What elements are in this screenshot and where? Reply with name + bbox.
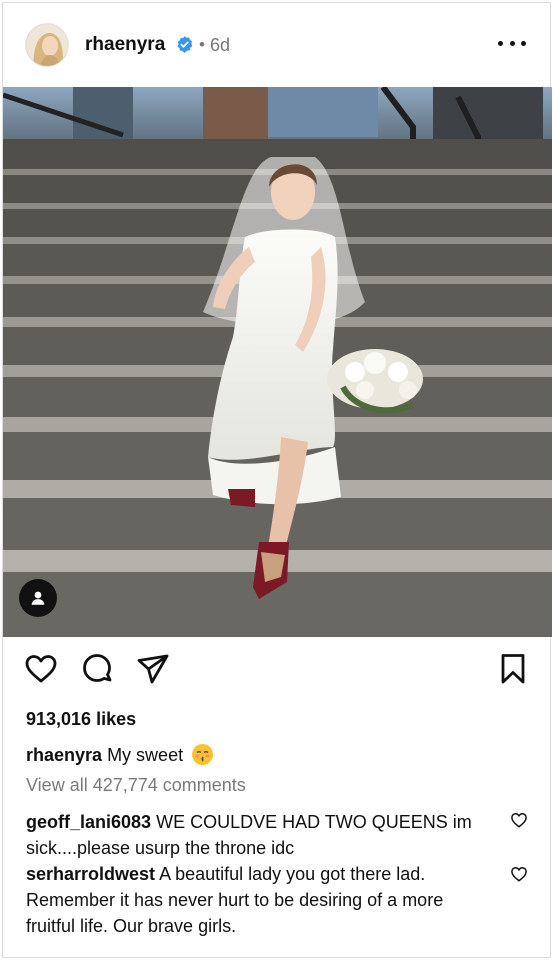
comment-like-heart-icon[interactable] [510,811,528,829]
dot [521,40,526,46]
user-silhouette [31,591,45,605]
likes-count[interactable]: 913,016 likes [26,709,136,730]
comment-like-heart-icon[interactable] [510,865,528,883]
action-bar [3,651,552,691]
post-photo[interactable] [3,87,552,637]
separator-dot: • [199,35,205,54]
caption-username[interactable]: rhaenyra [26,745,102,765]
avatar-image [26,24,68,66]
post-card: rhaenyra • 6d 913,016 likes rhaenyra My … [2,2,552,958]
dot [498,40,503,46]
post-time[interactable]: 6d [210,35,230,56]
post-username[interactable]: rhaenyra [85,34,165,56]
view-all-comments-link[interactable]: View all 427,774 comments [26,775,246,796]
comment-icon[interactable] [79,651,115,687]
user-tag-icon[interactable] [19,579,57,617]
comment-username[interactable]: serharroldwest [26,864,155,884]
comment-username[interactable]: geoff_lani6083 [26,812,151,832]
heart-icon[interactable] [23,651,59,687]
avatar[interactable] [25,23,69,67]
dot [509,40,515,46]
comment-item: serharroldwest A beautiful lady you got … [26,861,496,939]
kissing-face-emoji [192,744,214,765]
bookmark-icon[interactable] [495,651,531,687]
emoji-face [192,744,213,765]
paper-plane-icon[interactable] [135,651,171,687]
comment-item: geoff_lani6083 WE COULDVE HAD TWO QUEENS… [26,809,496,861]
post-photo-image [3,87,552,637]
caption: rhaenyra My sweet [26,744,214,766]
more-options-icon[interactable] [498,33,526,53]
caption-text: My sweet [107,745,184,765]
post-header: rhaenyra • 6d [3,3,552,87]
verified-badge-icon [177,36,193,53]
